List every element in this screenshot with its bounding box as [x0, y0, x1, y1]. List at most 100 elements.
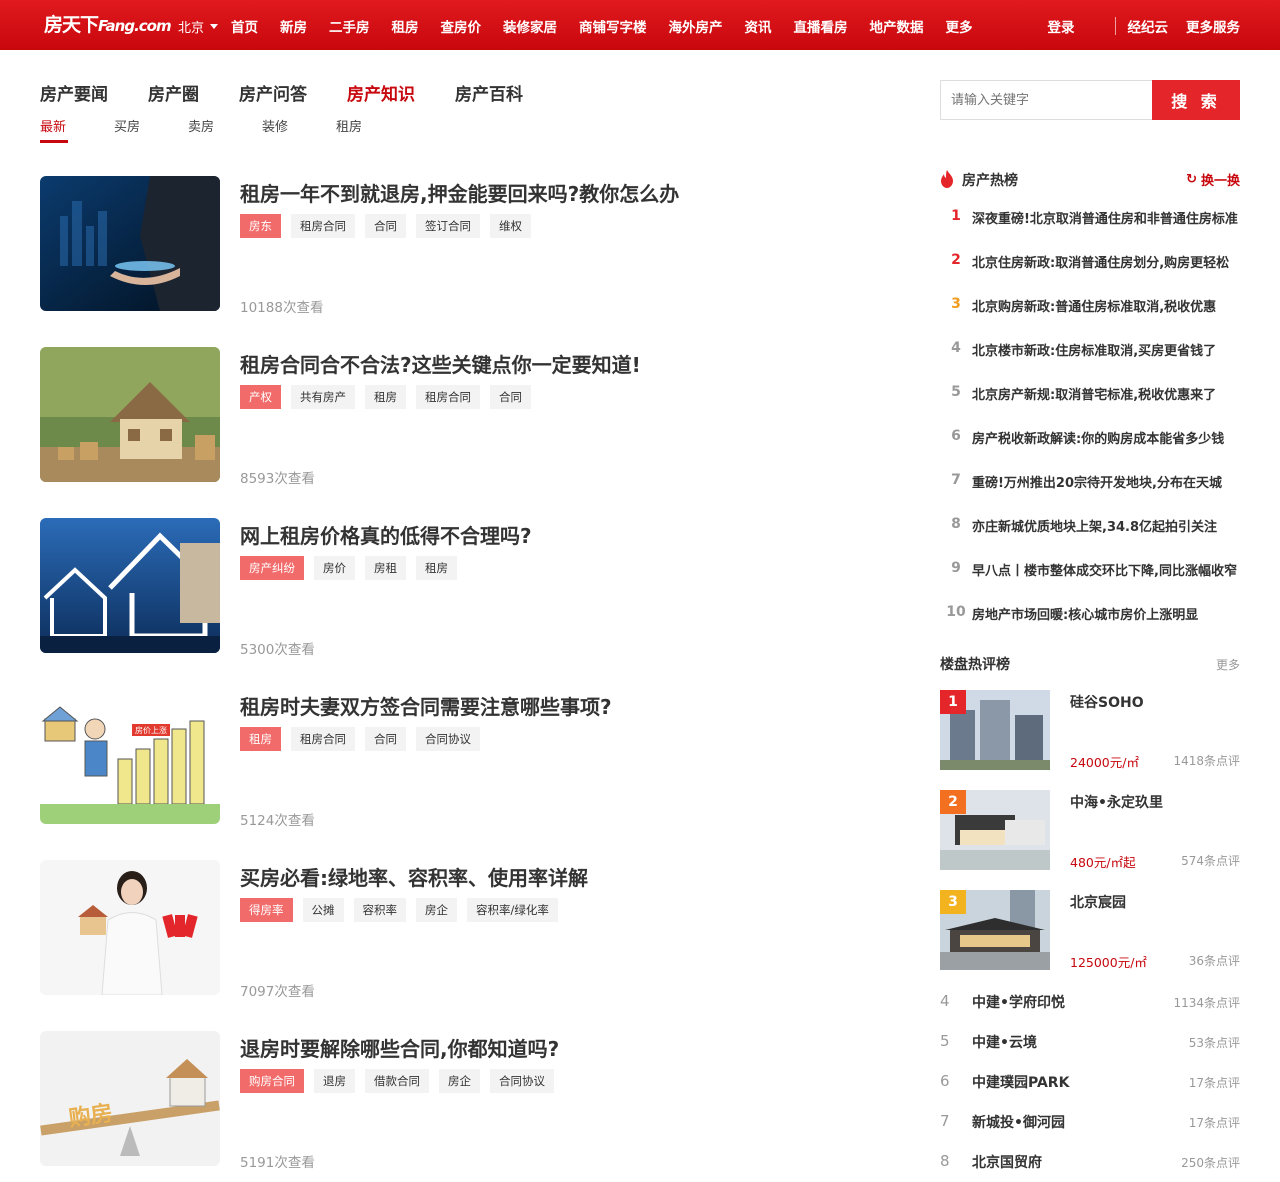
hot-item-title[interactable]: 北京房产新规:取消普宅标准,税收优惠来了	[972, 384, 1240, 428]
nav-item[interactable]: 装修家居	[503, 16, 557, 36]
property-item[interactable]: 4 中建•学府印悦 1134条点评	[940, 992, 1240, 1022]
search-input[interactable]	[940, 80, 1152, 120]
property-item[interactable]: 1 硅谷SOHO 24000元/㎡ 1418条点评	[940, 690, 1240, 770]
tag[interactable]: 房东	[240, 214, 281, 238]
article-title[interactable]: 买房必看:绿地率、容积率、使用率详解	[240, 862, 588, 891]
nav-item[interactable]: 商铺写字楼	[579, 16, 647, 36]
subtab-rent[interactable]: 租房	[336, 116, 410, 135]
subtab-buy[interactable]: 买房	[114, 116, 188, 135]
article-item[interactable]: 买房必看:绿地率、容积率、使用率详解 得房率 公摊 容积率 房企 容积率/绿化率…	[40, 860, 900, 1000]
property-item[interactable]: 5 中建•云境 53条点评	[940, 1032, 1240, 1062]
article-item[interactable]: 房价上涨 租房时夫妻双方签合同需要注意哪些事项? 租房 租房合同 合同 合同协议…	[40, 689, 900, 829]
hot-item[interactable]: 5 北京房产新规:取消普宅标准,税收优惠来了	[940, 384, 1240, 428]
tag[interactable]: 容积率/绿化率	[467, 898, 558, 922]
nav-item[interactable]: 首页	[231, 16, 258, 36]
tag[interactable]: 维权	[490, 214, 531, 238]
tag[interactable]: 购房合同	[240, 1069, 304, 1093]
nav-item[interactable]: 二手房	[329, 16, 370, 36]
property-name[interactable]: 硅谷SOHO	[1070, 692, 1144, 712]
hot-item-title[interactable]: 重磅!万州推出20宗待开发地块,分布在天城	[972, 472, 1240, 516]
tab-knowledge[interactable]: 房产知识	[347, 80, 415, 105]
article-title[interactable]: 退房时要解除哪些合同,你都知道吗?	[240, 1033, 559, 1062]
property-item[interactable]: 6 中建璞园PARK 17条点评	[940, 1072, 1240, 1102]
tag[interactable]: 租房	[416, 556, 457, 580]
article-item[interactable]: 网上租房价格真的低得不合理吗? 房产纠纷 房价 房租 租房 5300次查看	[40, 518, 900, 658]
tag[interactable]: 得房率	[240, 898, 293, 922]
property-name[interactable]: 中建•云境	[972, 1032, 1037, 1052]
hot-item[interactable]: 7 重磅!万州推出20宗待开发地块,分布在天城	[940, 472, 1240, 516]
property-name[interactable]: 中建•学府印悦	[972, 992, 1065, 1012]
hot-item-title[interactable]: 北京购房新政:普通住房标准取消,税收优惠	[972, 296, 1240, 340]
more-services-link[interactable]: 更多服务	[1186, 16, 1240, 36]
tag[interactable]: 容积率	[353, 898, 406, 922]
tag[interactable]: 房租	[365, 556, 406, 580]
logo[interactable]: 房天下Fang.com	[44, 10, 172, 37]
hot-item-title[interactable]: 亦庄新城优质地块上架,34.8亿起拍引关注	[972, 516, 1240, 560]
article-item[interactable]: 租房合同合不合法?这些关键点你一定要知道! 产权 共有房产 租房 租房合同 合同…	[40, 347, 900, 487]
nav-item[interactable]: 直播看房	[794, 16, 848, 36]
tag[interactable]: 租房合同	[291, 727, 355, 751]
subtab-sell[interactable]: 卖房	[188, 116, 262, 135]
tag[interactable]: 租房合同	[416, 385, 480, 409]
tag[interactable]: 房价	[314, 556, 355, 580]
tag[interactable]: 合同	[365, 727, 406, 751]
property-name[interactable]: 中建璞园PARK	[972, 1072, 1069, 1092]
tag[interactable]: 共有房产	[291, 385, 355, 409]
tag[interactable]: 合同	[365, 214, 406, 238]
tag[interactable]: 签订合同	[416, 214, 480, 238]
subtab-latest[interactable]: 最新	[40, 116, 114, 143]
property-item[interactable]: 2 中海•永定玖里 480元/㎡起 574条点评	[940, 790, 1240, 870]
subtab-decor[interactable]: 装修	[262, 116, 336, 135]
article-thumbnail[interactable]	[40, 176, 220, 311]
refresh-button[interactable]: ↻ 换一换	[1186, 170, 1240, 189]
login-link[interactable]: 登录	[1048, 16, 1075, 36]
article-item[interactable]: 购房 退房时要解除哪些合同,你都知道吗? 购房合同 退房 借款合同 房企 合同协…	[40, 1031, 900, 1171]
city-selector[interactable]: 北京	[178, 17, 219, 36]
property-name[interactable]: 中海•永定玖里	[1070, 792, 1163, 812]
tab-encyclopedia[interactable]: 房产百科	[455, 80, 523, 105]
tag[interactable]: 公摊	[302, 898, 344, 922]
tag[interactable]: 合同协议	[416, 727, 480, 751]
tag[interactable]: 房产纠纷	[240, 556, 304, 580]
hot-item[interactable]: 1 深夜重磅!北京取消普通住房和非普通住房标准	[940, 208, 1240, 252]
hot-item[interactable]: 4 北京楼市新政:住房标准取消,买房更省钱了	[940, 340, 1240, 384]
nav-item[interactable]: 新房	[280, 16, 307, 36]
property-item[interactable]: 8 北京国贸府 250条点评	[940, 1152, 1240, 1182]
nav-item[interactable]: 查房价	[441, 16, 482, 36]
property-name[interactable]: 新城投•御河园	[972, 1112, 1065, 1132]
tag[interactable]: 房企	[416, 898, 457, 922]
tag[interactable]: 合同协议	[490, 1069, 554, 1093]
article-title[interactable]: 租房时夫妻双方签合同需要注意哪些事项?	[240, 691, 612, 720]
tag[interactable]: 合同	[490, 385, 531, 409]
tab-circle[interactable]: 房产圈	[148, 80, 199, 105]
property-name[interactable]: 北京宸园	[1070, 892, 1126, 912]
hot-item[interactable]: 8 亦庄新城优质地块上架,34.8亿起拍引关注	[940, 516, 1240, 560]
article-thumbnail[interactable]: 购房	[40, 1031, 220, 1166]
hot-item-title[interactable]: 北京楼市新政:住房标准取消,买房更省钱了	[972, 340, 1240, 384]
hot-item-title[interactable]: 早八点丨楼市整体成交环比下降,同比涨幅收窄	[972, 560, 1240, 604]
property-name[interactable]: 北京国贸府	[972, 1152, 1042, 1172]
nav-item[interactable]: 资讯	[745, 16, 772, 36]
tag[interactable]: 租房	[365, 385, 406, 409]
hot-item[interactable]: 3 北京购房新政:普通住房标准取消,税收优惠	[940, 296, 1240, 340]
property-item[interactable]: 7 新城投•御河园 17条点评	[940, 1112, 1240, 1142]
tag[interactable]: 产权	[240, 385, 281, 409]
article-thumbnail[interactable]	[40, 347, 220, 482]
tag[interactable]: 租房合同	[291, 214, 355, 238]
article-title[interactable]: 网上租房价格真的低得不合理吗?	[240, 520, 532, 549]
article-thumbnail[interactable]	[40, 860, 220, 995]
nav-item[interactable]: 海外房产	[669, 16, 723, 36]
tag[interactable]: 租房	[240, 727, 281, 751]
property-item[interactable]: 3 北京宸园 125000元/㎡ 36条点评	[940, 890, 1240, 970]
article-thumbnail[interactable]: 房价上涨	[40, 689, 220, 824]
tab-news[interactable]: 房产要闻	[40, 80, 108, 105]
tab-qa[interactable]: 房产问答	[239, 80, 307, 105]
hot-item-title[interactable]: 房地产市场回暖:核心城市房价上涨明显	[972, 604, 1240, 648]
hot-item-title[interactable]: 房产税收新政解读:你的购房成本能省多少钱	[972, 428, 1240, 472]
hot-item[interactable]: 10 房地产市场回暖:核心城市房价上涨明显	[940, 604, 1240, 648]
broker-link[interactable]: 经纪云	[1128, 16, 1169, 36]
article-title[interactable]: 租房合同合不合法?这些关键点你一定要知道!	[240, 349, 641, 378]
tag[interactable]: 房企	[439, 1069, 480, 1093]
article-item[interactable]: 租房一年不到就退房,押金能要回来吗?教你怎么办 房东 租房合同 合同 签订合同 …	[40, 176, 900, 316]
hot-item[interactable]: 9 早八点丨楼市整体成交环比下降,同比涨幅收窄	[940, 560, 1240, 604]
